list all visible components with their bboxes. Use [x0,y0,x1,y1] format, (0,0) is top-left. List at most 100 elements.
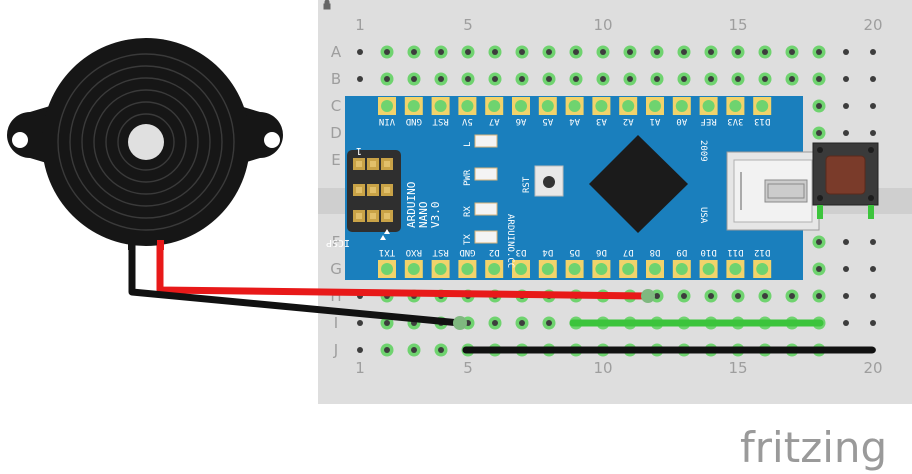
arduino-bottom-pin [753,260,772,278]
breadboard-hole [380,343,394,357]
reset-label: RST [522,176,532,193]
led-rx [474,202,498,216]
row-label: B [331,70,341,88]
breadboard-hole [569,45,583,59]
buzzer-left-hole [12,132,28,148]
arduino-bottom-pin [646,260,664,278]
row-label: A [331,43,342,61]
breadboard-hole [461,45,475,59]
arduino-bottom-pin [672,260,691,278]
breadboard-hole [870,76,876,82]
breadboard-hole [812,45,826,59]
arduino-bottom-pin [726,260,745,278]
arduino-top-pin [619,97,638,115]
breadboard-hole [870,320,876,326]
icsp-pin [353,158,365,170]
breadboard-hole [758,45,772,59]
breadboard-hole [515,72,529,86]
bottom-pin-label: D6 [596,247,607,257]
breadboard-hole [843,76,849,82]
top-pin-label: REF [700,116,716,126]
website-label: ARDUINO.CC [505,214,515,268]
pushbutton-corner [817,147,823,153]
top-pin-label: A4 [569,116,580,126]
arduino-bottom-pin [699,260,718,278]
breadboard-hole [812,289,826,303]
led-pwr-label: PWR [463,169,473,186]
breadboard-hole [623,72,637,86]
lock-icon [323,0,331,10]
arduino-top-pin [512,97,530,115]
arduino-top-pin [378,97,396,115]
arduino-bottom-pin [619,260,638,278]
row-label: G [330,260,342,278]
icsp-pin [353,184,365,196]
breadboard-hole [542,316,556,330]
bottom-pin-label: D7 [623,247,634,257]
breadboard-hole [596,45,610,59]
column-label-bottom: 15 [728,359,747,377]
icsp-pins [353,158,393,222]
top-pin-label: A3 [596,116,607,126]
icsp-pin1-label: 1 [356,145,362,156]
led-pwr [474,167,498,181]
piezo-buzzer [7,38,283,250]
breadboard-hole [357,347,363,353]
arduino-bottom-pin [404,260,423,278]
breadboard-hole [677,289,691,303]
breadboard-hole [650,45,664,59]
breadboard-hole [357,49,363,55]
led-l [474,134,498,148]
pushbutton-corner [817,195,823,201]
arduino-bottom-pins [378,260,772,278]
arduino-top-pin [753,97,772,115]
top-pin-label: RST [432,116,449,126]
column-label-top: 15 [728,16,747,34]
arduino-top-pin [458,97,477,115]
breadboard-hole [380,45,394,59]
breadboard-hole [843,103,849,109]
arduino-bottom-pin [378,260,396,278]
breadboard-hole [843,130,849,136]
icsp-pin [381,184,393,196]
led-tx [474,230,498,244]
breadboard-hole [812,262,826,276]
breadboard-hole [357,76,363,82]
top-pin-label: A2 [623,116,634,126]
breadboard-hole [434,45,448,59]
breadboard-hole [843,320,849,326]
breadboard-hole [704,289,718,303]
reset-button-cap [543,176,555,188]
breadboard-hole [542,45,556,59]
column-label-bottom: 10 [593,359,612,377]
breadboard-hole [515,45,529,59]
breadboard-hole [785,289,799,303]
top-pin-label: A7 [489,116,500,126]
breadboard-hole [677,72,691,86]
bottom-pin-label: D4 [542,247,553,257]
arduino-top-pin-labels: VIN GND RST 5V A7 A6 A5 A4 A3 A2 A1 A0 REF 3V3 D13 [379,116,770,126]
arduino-top-pin [646,97,664,115]
arduino-bottom-pin [431,260,450,278]
arduino-bottom-pin [592,260,611,278]
breadboard-hole [731,289,745,303]
bottom-pin-label: D3 [516,247,527,257]
top-pin-label: D13 [754,116,770,126]
column-label-top: 1 [355,16,365,34]
buzzer-center [128,124,164,160]
column-label-bottom: 1 [355,359,365,377]
top-pin-label: GND [406,116,422,126]
top-pin-label: A0 [676,116,687,126]
breadboard-hole [731,45,745,59]
led-l-label: L [463,142,473,147]
top-pin-label: 5V [461,116,472,126]
top-pin-label: 3V3 [727,116,743,126]
breadboard-hole [843,49,849,55]
arduino-top-pin [565,97,584,115]
breadboard-hole [870,293,876,299]
icsp-pin [367,210,379,222]
pushbutton-corner [868,147,874,153]
bottom-pin-label: RXO [406,247,422,257]
arduino-top-pin [404,97,423,115]
arduino-top-pin [699,97,718,115]
